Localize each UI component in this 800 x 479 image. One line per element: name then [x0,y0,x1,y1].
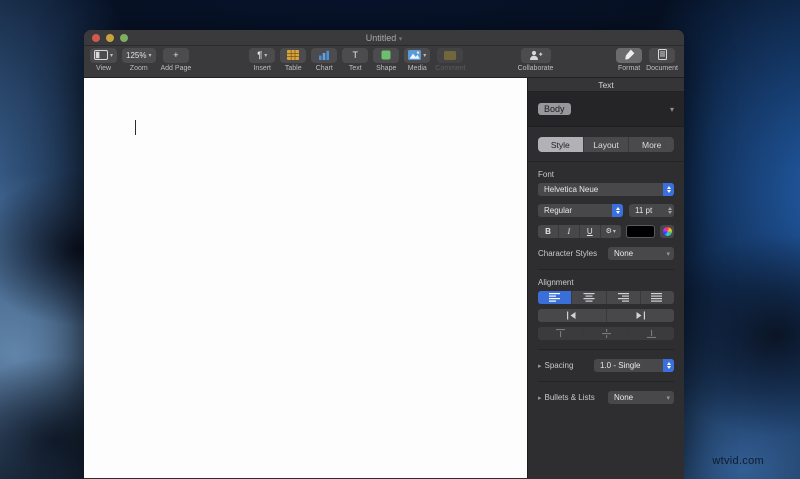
spacing-select[interactable]: 1.0 - Single [594,359,674,372]
valign-top-button [538,327,583,340]
gear-icon: ⚙ [605,228,612,235]
chevron-down-icon: ▾ [666,394,670,402]
character-styles-select[interactable]: None ▾ [608,247,674,260]
sidebar-header: Text [528,78,684,92]
collaborate-icon [528,47,543,65]
chart-button[interactable]: Chart [311,47,338,72]
shape-button[interactable]: Shape [373,47,400,72]
font-weight-select[interactable]: Regular [538,204,623,217]
valign-middle-button [582,327,629,340]
document-icon [657,47,667,65]
chevron-down-icon: ▾ [110,52,114,59]
font-family-select[interactable]: Helvetica Neue [538,183,674,196]
stepper-icon [663,183,674,196]
comment-icon [444,47,457,65]
disclosure-triangle-icon: ▸ [538,394,542,402]
tab-more[interactable]: More [628,137,674,152]
view-icon [94,47,108,65]
chevron-down-icon: ▾ [669,104,674,114]
comment-button: Comment [435,47,466,72]
decrease-indent-button[interactable] [538,309,606,322]
increase-indent-button[interactable] [605,309,675,322]
character-styles-label: Character Styles [538,249,598,258]
align-justify-button[interactable] [639,291,674,304]
vertical-alignment-control [538,327,674,340]
stepper-icon [668,204,672,217]
title-chevron-icon[interactable]: ▾ [399,36,403,43]
collaborate-button[interactable]: Collaborate [518,47,553,72]
font-section-label: Font [538,170,555,179]
paragraph-style-selector[interactable]: Body ▾ [528,92,684,127]
chart-icon [318,47,330,65]
window-title: Untitled ▾ [365,32,403,43]
paragraph-style-value: Body [538,103,571,115]
shape-icon [381,47,391,65]
format-sidebar: Text Body ▾ Style Layout More Font Helve… [527,78,684,478]
document-canvas[interactable] [84,78,527,478]
chevron-down-icon: ▾ [612,228,616,235]
insert-button[interactable]: ¶ ▾ Insert [249,48,276,72]
chevron-down-icon: ▾ [264,52,268,59]
table-icon [287,47,300,65]
color-wheel-button[interactable] [660,225,675,238]
align-left-button[interactable] [538,291,572,304]
bullets-row-label[interactable]: ▸ Bullets & Lists [538,393,595,402]
tab-style[interactable]: Style [538,137,583,152]
toolbar: ▾ View 125% ▾ Zoom + Add Page ¶ ▾ Insert [84,46,684,78]
format-brush-icon [624,47,635,65]
align-right-button[interactable] [605,291,640,304]
plus-icon: + [173,50,179,60]
horizontal-alignment-control [538,291,674,304]
more-text-options-button[interactable]: ⚙ ▾ [599,225,621,238]
indent-control [538,309,674,322]
watermark: wtvid.com [712,455,764,467]
media-button[interactable]: ▾ Media [404,47,431,72]
document-button[interactable]: Document [646,48,678,72]
format-button[interactable]: Format [616,47,643,72]
table-button[interactable]: Table [280,47,307,72]
zoom-button[interactable]: 125% ▾ Zoom [122,48,156,72]
color-wheel-icon [662,227,672,236]
spacing-row-label[interactable]: ▸ Spacing [538,361,573,370]
chevron-down-icon: ▾ [423,52,427,59]
titlebar: Untitled ▾ [84,30,684,46]
valign-bottom-button [628,327,674,340]
bullets-select[interactable]: None ▾ [608,391,674,404]
font-size-stepper[interactable]: 11 pt [629,204,674,217]
style-tabs: Style Layout More [538,137,674,152]
text-style-buttons: B I U ⚙ ▾ [538,225,621,238]
chevron-down-icon: ▾ [666,250,670,258]
text-button[interactable]: T Text [342,48,369,72]
text-cursor [135,120,136,135]
alignment-section-label: Alignment [538,278,574,287]
bold-button[interactable]: B [538,225,558,238]
pilcrow-icon: ¶ [257,50,263,60]
align-center-button[interactable] [571,291,605,304]
text-color-well[interactable] [625,225,656,238]
media-icon [408,47,422,65]
underline-button[interactable]: U [578,225,600,238]
stepper-icon [612,204,623,217]
tab-layout[interactable]: Layout [582,137,629,152]
chevron-down-icon: ▾ [148,52,152,59]
stepper-icon [663,359,674,372]
add-page-button[interactable]: + Add Page [161,48,191,72]
pages-app-window: Untitled ▾ ▾ View 125% ▾ Zoom + Add Page [84,30,684,479]
italic-button[interactable]: I [557,225,579,238]
disclosure-triangle-icon: ▸ [538,362,542,370]
text-tool-icon: T [352,50,359,60]
view-button[interactable]: ▾ View [90,47,118,72]
